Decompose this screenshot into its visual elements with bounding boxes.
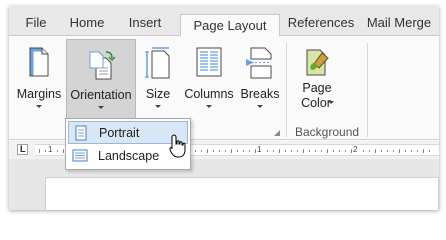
- ruler-tick: [45, 150, 46, 152]
- menu-item-label: Landscape: [98, 149, 160, 163]
- ruler-tick: [405, 150, 406, 152]
- orientation-label: Orientation: [70, 88, 132, 102]
- ruler-tick: [321, 150, 322, 152]
- ribbon-tab-bar: File Home Insert Page Layout References …: [9, 6, 439, 37]
- dialog-launcher-icon[interactable]: [273, 126, 281, 136]
- ruler-tick: [381, 150, 382, 152]
- margins-button[interactable]: Margins: [13, 39, 65, 119]
- ruler-tick: [63, 149, 64, 153]
- ruler-tick: [351, 149, 352, 153]
- tab-stop-glyph: L: [20, 144, 26, 154]
- orientation-icon: [84, 48, 118, 83]
- chevron-down-icon: [98, 106, 104, 109]
- ruler-tick: [219, 150, 220, 152]
- tab-references[interactable]: References: [281, 12, 361, 36]
- app-window: File Home Insert Page Layout References …: [9, 6, 439, 210]
- page-color-icon: [302, 47, 332, 80]
- group-separator: [367, 43, 368, 137]
- columns-icon: [196, 47, 222, 80]
- ruler-tick: [327, 149, 328, 153]
- ruler-tick: [213, 150, 214, 152]
- ruler-tick: [429, 150, 430, 152]
- tab-stop-selector[interactable]: L: [17, 144, 28, 155]
- ruler-tick: [393, 150, 394, 152]
- ruler-tick: [255, 149, 256, 153]
- ruler-tick: [285, 150, 286, 152]
- ruler-tick: [57, 150, 58, 152]
- ruler-tick: [339, 150, 340, 152]
- chevron-down-icon: [257, 105, 263, 108]
- ruler-tick: [411, 150, 412, 152]
- ruler-tick: [297, 150, 298, 152]
- ruler-tick: [249, 150, 250, 152]
- columns-button[interactable]: Columns: [181, 39, 237, 119]
- chevron-down-icon: [155, 105, 161, 108]
- group-label-background: Background: [295, 125, 360, 139]
- columns-label: Columns: [184, 87, 234, 101]
- breaks-button[interactable]: Breaks: [238, 39, 282, 119]
- ruler-tick: [201, 150, 202, 152]
- hand-pointer-cursor-icon: [169, 134, 187, 161]
- ruler-tick: [309, 150, 310, 152]
- ruler-tick: [243, 150, 244, 152]
- breaks-label: Breaks: [240, 87, 280, 101]
- ruler-tick: [303, 149, 304, 153]
- breaks-icon: [245, 47, 275, 82]
- tab-insert[interactable]: Insert: [122, 12, 168, 36]
- ruler-tick: [387, 150, 388, 152]
- chevron-down-icon: [36, 105, 42, 108]
- size-button[interactable]: Size: [139, 39, 177, 119]
- menu-item-label: Portrait: [99, 126, 140, 140]
- chevron-down-icon: [328, 101, 334, 104]
- ruler-tick: [39, 149, 40, 153]
- ruler-tick: [195, 150, 196, 152]
- size-icon: [144, 47, 172, 82]
- ruler-tick: [345, 150, 346, 152]
- ruler-tick: [279, 149, 280, 153]
- ruler-number: 1: [257, 145, 262, 154]
- page-color-button[interactable]: Page Color: [293, 39, 341, 119]
- ruler-tick: [423, 149, 424, 153]
- ruler-tick: [369, 150, 370, 152]
- size-label: Size: [145, 87, 171, 101]
- ruler-tick: [207, 149, 208, 153]
- ruler-number: 1: [48, 145, 53, 154]
- chevron-down-icon: [206, 105, 212, 108]
- margins-label: Margins: [16, 87, 62, 101]
- ruler-tick: [315, 150, 316, 152]
- ruler-tick: [333, 150, 334, 152]
- ruler-tick: [237, 150, 238, 152]
- tab-file[interactable]: File: [21, 12, 51, 36]
- ruler-number: 2: [353, 145, 358, 154]
- document-page[interactable]: [45, 177, 439, 210]
- margins-icon: [27, 47, 51, 80]
- ruler-tick: [417, 150, 418, 152]
- ruler-tick: [231, 149, 232, 153]
- ruler-tick: [225, 150, 226, 152]
- tab-home[interactable]: Home: [67, 12, 107, 36]
- orientation-button[interactable]: Orientation: [66, 39, 136, 119]
- portrait-page-icon: [73, 125, 89, 144]
- page-color-label-line1: Page: [302, 81, 332, 95]
- landscape-page-icon: [72, 148, 88, 167]
- ruler-tick: [399, 149, 400, 153]
- tab-page-layout[interactable]: Page Layout: [180, 14, 280, 37]
- ruler-tick: [291, 150, 292, 152]
- group-separator: [286, 43, 287, 137]
- ruler-tick: [273, 150, 274, 152]
- ruler-tick: [267, 150, 268, 152]
- ruler-tick: [375, 149, 376, 153]
- ruler-tick: [363, 150, 364, 152]
- tab-mail-merge[interactable]: Mail Merge: [365, 12, 433, 36]
